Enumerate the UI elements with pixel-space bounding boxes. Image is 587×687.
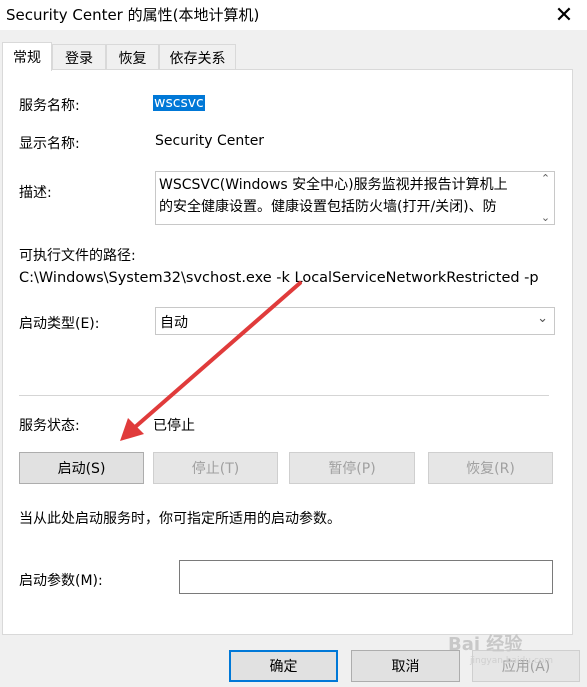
- tab-general[interactable]: 常规: [2, 42, 52, 71]
- watermark-url: jingyan.baidu.com: [470, 656, 554, 666]
- watermark-brand: Bai 经验: [448, 634, 523, 655]
- annotation-arrow: [120, 281, 302, 441]
- watermark-logo: Bai 经验 jingyan.baidu.com: [448, 630, 553, 666]
